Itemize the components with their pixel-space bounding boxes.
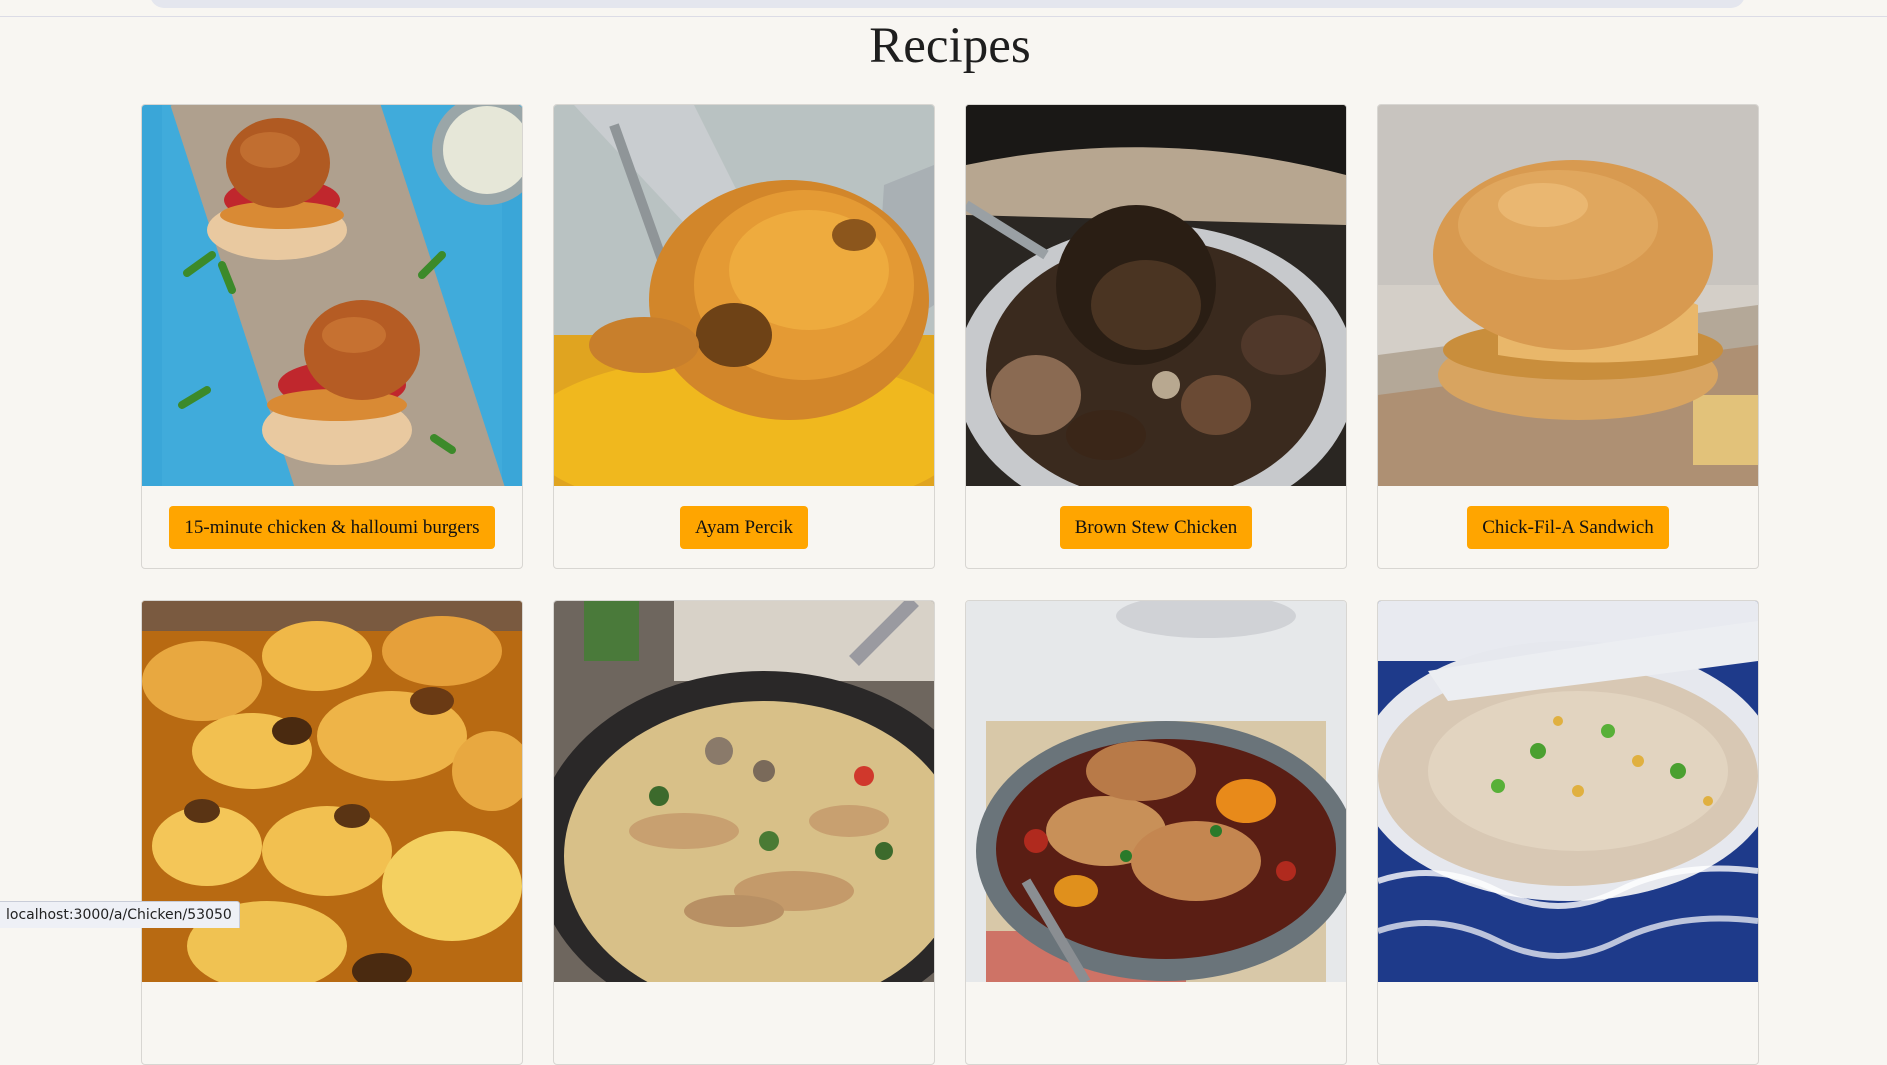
page-title: Recipes bbox=[0, 14, 1887, 78]
chicken-halloumi-burgers-photo[interactable] bbox=[142, 105, 522, 486]
card-footer bbox=[1378, 982, 1758, 1064]
recipe-card[interactable] bbox=[553, 600, 935, 1065]
status-bar-url: localhost:3000/a/Chicken/53050 bbox=[0, 901, 240, 928]
recipe-button[interactable]: Chick-Fil-A Sandwich bbox=[1467, 506, 1669, 549]
ayam-percik-photo[interactable] bbox=[554, 105, 934, 486]
recipe-button[interactable]: Ayam Percik bbox=[680, 506, 808, 549]
card-footer: Ayam Percik bbox=[554, 486, 934, 568]
recipe-button[interactable]: 15-minute chicken & halloumi burgers bbox=[169, 506, 494, 549]
recipe-card[interactable]: Chick-Fil-A Sandwich bbox=[1377, 104, 1759, 569]
recipe-card[interactable] bbox=[141, 600, 523, 1065]
brown-stew-chicken-photo[interactable] bbox=[966, 105, 1346, 486]
recipe-card[interactable]: Brown Stew Chicken bbox=[965, 104, 1347, 569]
search-bar[interactable] bbox=[150, 0, 1745, 8]
congee-bowl-photo[interactable] bbox=[1378, 601, 1758, 982]
recipe-card[interactable]: Ayam Percik bbox=[553, 104, 935, 569]
card-footer: 15-minute chicken & halloumi burgers bbox=[142, 486, 522, 568]
chicken-pasta-skillet-photo[interactable] bbox=[554, 601, 934, 982]
card-footer: Chick-Fil-A Sandwich bbox=[1378, 486, 1758, 568]
recipe-card[interactable] bbox=[1377, 600, 1759, 1065]
recipe-button[interactable]: Brown Stew Chicken bbox=[1060, 506, 1253, 549]
chicken-casserole-photo[interactable] bbox=[966, 601, 1346, 982]
recipe-card[interactable] bbox=[965, 600, 1347, 1065]
chick-fil-a-sandwich-photo[interactable] bbox=[1378, 105, 1758, 486]
recipe-grid: 15-minute chicken & halloumi burgers Aya… bbox=[141, 104, 1759, 1065]
recipe-card[interactable]: 15-minute chicken & halloumi burgers bbox=[141, 104, 523, 569]
card-footer bbox=[966, 982, 1346, 1064]
card-footer bbox=[554, 982, 934, 1064]
card-footer: Brown Stew Chicken bbox=[966, 486, 1346, 568]
card-footer bbox=[142, 982, 522, 1064]
